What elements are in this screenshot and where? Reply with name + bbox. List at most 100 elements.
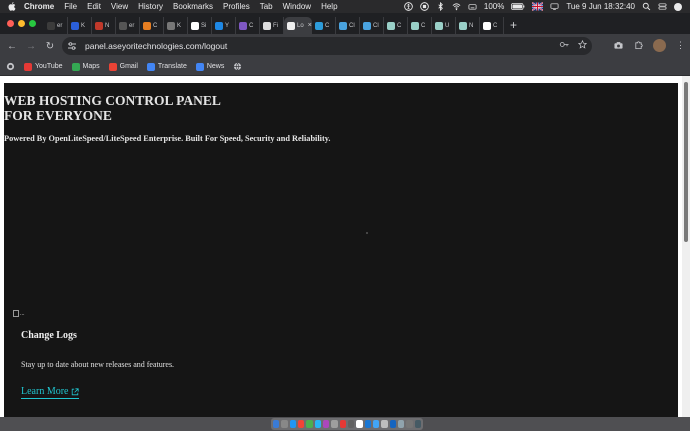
browser-tab[interactable]: C [480,17,504,34]
menu-window[interactable]: Window [283,2,311,11]
browser-tab[interactable]: N [92,17,116,34]
browser-tab[interactable]: Cl [360,17,384,34]
bookmark-item[interactable]: News [195,62,224,71]
page-scrollbar[interactable] [682,76,690,417]
tab-favicon-icon [315,21,323,30]
new-tab-button[interactable]: + [510,18,517,32]
learn-more-label[interactable]: Learn More [21,386,68,397]
browser-tab[interactable]: C [408,17,432,34]
browser-tab[interactable]: Fi [260,17,284,34]
menu-help[interactable]: Help [321,2,337,11]
dock-app-icon[interactable] [314,420,321,428]
battery-icon[interactable] [511,2,525,11]
dock-app-icon[interactable] [281,420,288,428]
globe-bookmark-icon[interactable] [233,62,242,71]
dock-app-icon[interactable] [331,420,338,428]
screenshot-camera-icon[interactable] [613,41,624,50]
site-settings-icon[interactable] [67,41,77,51]
bookmark-item[interactable]: Gmail [108,62,138,71]
bookmark-item[interactable]: Translate [146,62,187,71]
browser-tab[interactable]: Si [188,17,212,34]
browser-tab[interactable]: Y [212,17,236,34]
scrollbar-thumb[interactable] [684,82,688,242]
menu-edit[interactable]: Edit [87,2,101,11]
profile-avatar[interactable] [653,39,666,52]
extensions-puzzle-icon[interactable] [634,41,643,50]
external-link-icon[interactable] [71,387,80,396]
browser-tab[interactable]: K [68,17,92,34]
browser-tab[interactable]: C [140,17,164,34]
dock-app-icon[interactable] [306,420,313,428]
menu-history[interactable]: History [138,2,163,11]
flag-icon[interactable] [532,2,544,11]
chrome-menu-icon[interactable]: ⋮ [676,40,685,51]
dock-app-icon[interactable] [339,420,346,428]
macos-dock [271,418,423,430]
learn-more-link[interactable]: Learn More [21,386,80,399]
tab-title: C [421,22,426,29]
browser-tab[interactable]: C [312,17,336,34]
browser-tab[interactable]: K [164,17,188,34]
menubar-clock[interactable]: Tue 9 Jun 18:32:40 [566,2,635,11]
dock-app-icon[interactable] [397,420,405,428]
dock-app-icon[interactable] [356,420,363,428]
reload-button[interactable]: ↻ [43,39,57,53]
loading-dot [366,232,368,234]
dock-app-icon[interactable] [347,420,355,428]
bookmark-item[interactable]: Maps [71,62,100,71]
dock-app-icon[interactable] [289,420,296,428]
password-key-icon[interactable] [559,40,570,49]
tab-favicon-icon [435,21,443,30]
accessibility-icon[interactable] [404,2,413,11]
tab-favicon-icon [167,21,175,30]
address-bar[interactable]: panel.aseyoritechnologies.com/logout [62,37,592,55]
close-window-button[interactable] [7,20,14,27]
menu-bookmarks[interactable]: Bookmarks [173,2,213,11]
apps-grid-icon[interactable] [6,62,15,71]
bookmark-item[interactable]: YouTube [24,62,63,71]
control-center-icon[interactable] [658,2,667,11]
maximize-window-button[interactable] [29,20,36,27]
bookmark-favicon-icon [108,62,117,71]
screen: Chrome File Edit View History Bookmarks … [0,0,690,431]
menu-app-name[interactable]: Chrome [24,2,54,11]
apple-icon[interactable] [8,2,16,11]
browser-tab[interactable]: er [44,17,68,34]
back-button[interactable]: ← [5,39,19,53]
bluetooth-icon[interactable] [436,2,445,11]
dock-app-icon[interactable] [406,420,413,428]
menu-file[interactable]: File [64,2,77,11]
browser-tab-active[interactable]: Lo × [284,17,312,34]
tab-title: C [325,22,330,29]
dock-app-icon[interactable] [414,420,421,428]
browser-tab[interactable]: er [116,17,140,34]
minimize-window-button[interactable] [18,20,25,27]
browser-tab[interactable]: C [236,17,260,34]
forward-button[interactable]: → [24,39,38,53]
display-icon[interactable] [550,2,559,11]
menu-view[interactable]: View [111,2,128,11]
tab-title: Cl [349,22,355,29]
dock-app-icon[interactable] [364,420,371,428]
dock-app-icon[interactable] [372,420,380,428]
browser-tab[interactable]: U [432,17,456,34]
menu-tab[interactable]: Tab [260,2,273,11]
record-icon[interactable] [420,2,429,11]
url-text[interactable]: panel.aseyoritechnologies.com/logout [85,41,227,51]
dock-app-icon[interactable] [389,420,396,428]
tab-title: C [397,22,402,29]
browser-tab[interactable]: C [384,17,408,34]
siri-icon[interactable] [674,2,682,11]
menu-profiles[interactable]: Profiles [223,2,250,11]
dock-app-icon[interactable] [381,420,388,428]
dock-app-icon[interactable] [322,420,330,428]
macos-menu-bar: Chrome File Edit View History Bookmarks … [0,0,690,13]
spotlight-search-icon[interactable] [642,2,651,11]
dock-app-icon[interactable] [297,420,305,428]
dock-app-icon[interactable] [273,420,280,428]
wifi-icon[interactable] [452,2,461,11]
keyboard-icon[interactable] [468,2,477,11]
bookmark-star-icon[interactable] [578,40,587,49]
browser-tab[interactable]: Cl [336,17,360,34]
browser-tab[interactable]: N [456,17,480,34]
